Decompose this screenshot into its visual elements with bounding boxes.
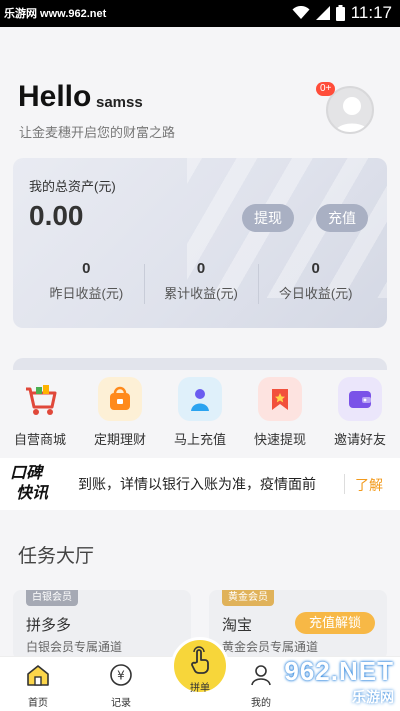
greeting: Hello [18, 80, 92, 113]
secondary-card-edge [13, 358, 387, 370]
watermark-logo: 962.NET 乐游网 [284, 656, 394, 707]
learn-more-link[interactable]: 了解 [355, 475, 383, 495]
menu-label: 邀请好友 [333, 432, 386, 447]
menu-item-invite[interactable]: 邀请好友 [326, 377, 394, 451]
notification-badge: 0+ [316, 82, 336, 96]
divider [344, 474, 345, 494]
nav-label: 我的 [251, 698, 271, 709]
signal-icon [315, 6, 330, 20]
menu-label: 自营商城 [13, 432, 66, 447]
task-name: 拼多多 [26, 617, 72, 634]
earnings-stats: 0 昨日收益(元) 0 累计收益(元) 0 今日收益(元) [29, 260, 373, 310]
recharge-person-icon [178, 377, 222, 421]
subtitle: 让金麦穗开启您的财富之路 [19, 125, 176, 140]
menu-item-regular-finance[interactable]: 定期理财 [86, 377, 154, 451]
user-silhouette-icon [334, 97, 370, 132]
menu-item-withdraw[interactable]: 快速提现 [246, 377, 314, 451]
menu-label: 快速提现 [253, 432, 306, 447]
username: samss [96, 94, 143, 111]
stat-cumulative: 0 累计收益(元) [143, 260, 259, 310]
nav-records[interactable]: ¥ 记录 [96, 663, 146, 709]
nav-group-buy[interactable]: 拼单 [171, 637, 229, 695]
task-name: 淘宝 [222, 617, 253, 634]
wifi-icon [292, 6, 310, 19]
recharge-button[interactable]: 充值 [316, 204, 368, 232]
watermark-small: 乐游网 [352, 689, 394, 705]
watermark-big: 962.NET [284, 656, 394, 686]
wallet-bag-icon [98, 377, 142, 421]
stat-today: 0 今日收益(元) [258, 260, 373, 310]
nav-mine[interactable]: 我的 [236, 663, 286, 709]
stat-label: 累计收益(元) [164, 286, 238, 301]
member-tag: 白银会员 [26, 590, 78, 606]
total-assets-label: 我的总资产(元) [29, 179, 116, 194]
task-card-taobao[interactable]: 黄金会员 淘宝 黄金会员专属通道 充值解锁 [209, 590, 387, 660]
home-icon [27, 665, 49, 686]
battery-icon [335, 5, 345, 21]
status-bar: 乐游网 www.962.net 11:17 [0, 0, 400, 27]
stat-value: 0 [196, 260, 206, 277]
status-icons: 11:17 [292, 3, 392, 23]
menu-item-recharge[interactable]: 马上充值 [166, 377, 234, 451]
task-card-pinduoduo[interactable]: 白银会员 拼多多 白银会员专属通道 [13, 590, 191, 660]
nav-label: 拼单 [190, 683, 210, 694]
news-logo-line: 口碑 [10, 465, 43, 482]
news-ticker[interactable]: 口碑 快讯 到账，详情以银行入账为准，疫情面前 了解 [0, 458, 400, 510]
stat-yesterday: 0 昨日收益(元) [29, 260, 144, 310]
task-desc: 黄金会员专属通道 [222, 640, 319, 654]
stat-label: 昨日收益(元) [49, 286, 124, 301]
stat-label: 今日收益(元) [278, 286, 353, 301]
section-title: 任务大厅 [18, 546, 95, 567]
feature-menu: 自营商城 定期理财 马上充值 快速提现 邀请好友 [0, 377, 400, 451]
yuan-coin-icon: ¥ [110, 664, 132, 686]
nav-label: 记录 [111, 698, 131, 709]
news-text: 到账，详情以银行入账为准，疫情面前 [78, 476, 316, 492]
withdraw-button[interactable]: 提现 [242, 204, 294, 232]
tap-hand-icon [191, 646, 209, 674]
asset-card: 我的总资产(元) 0.00 提现 充值 0 昨日收益(元) 0 累计收益(元) … [13, 158, 387, 328]
stat-value: 0 [311, 260, 320, 277]
menu-label: 定期理财 [93, 432, 146, 447]
shopping-cart-icon [18, 377, 62, 421]
watermark-text: 乐游网 www.962.net [4, 8, 107, 20]
nav-label: 首页 [28, 698, 48, 709]
svg-text:¥: ¥ [117, 669, 125, 683]
task-desc: 白银会员专属通道 [26, 640, 123, 654]
menu-label: 马上充值 [173, 432, 226, 447]
unlock-button[interactable]: 充值解锁 [294, 612, 375, 634]
member-tag: 黄金会员 [222, 590, 274, 606]
stat-value: 0 [82, 260, 91, 277]
total-assets-value: 0.00 [29, 200, 84, 231]
menu-item-mall[interactable]: 自营商城 [6, 377, 74, 451]
news-logo-line: 快讯 [16, 485, 49, 502]
invite-wallet-icon [338, 377, 382, 421]
user-icon [251, 665, 271, 686]
withdraw-ribbon-icon [258, 377, 302, 421]
nav-home[interactable]: 首页 [13, 663, 63, 709]
news-logo: 口碑 快讯 [10, 464, 60, 504]
clock: 11:17 [350, 3, 392, 22]
